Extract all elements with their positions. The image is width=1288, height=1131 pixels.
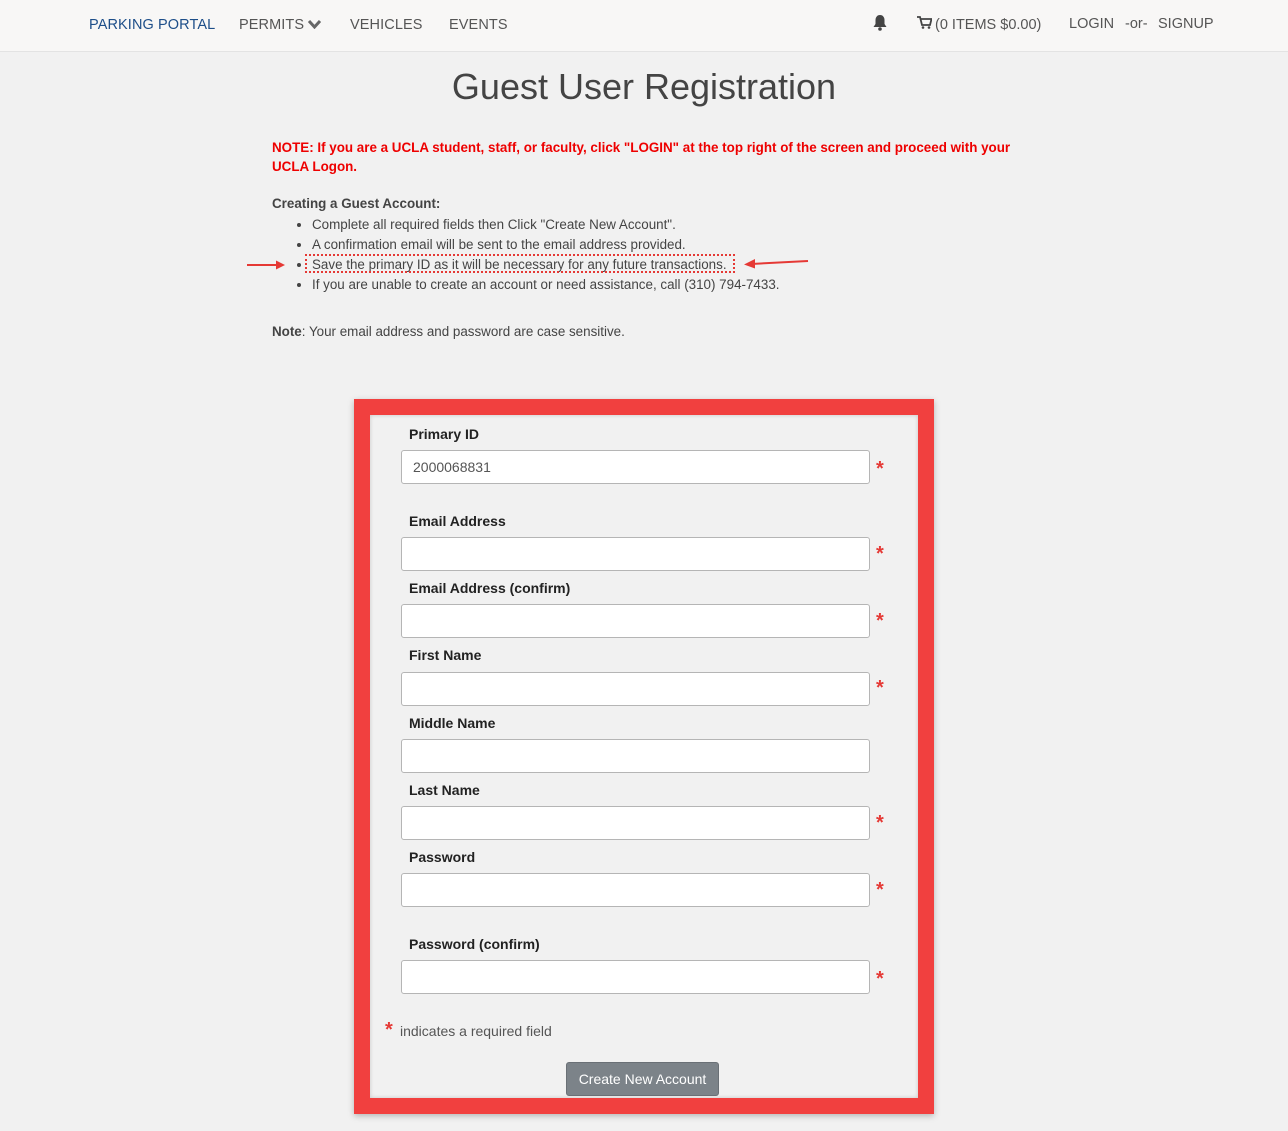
- password-input[interactable]: [401, 873, 870, 907]
- nav-events-link[interactable]: EVENTS: [449, 17, 508, 33]
- required-star-icon: *: [876, 968, 884, 990]
- nav-permits-label: PERMITS: [239, 17, 305, 33]
- email-label: Email Address: [409, 513, 506, 529]
- primary-id-input[interactable]: [401, 450, 870, 484]
- instruction-item: Complete all required fields then Click …: [312, 215, 779, 235]
- cart-summary: (0 ITEMS $0.00): [935, 17, 1042, 33]
- email-confirm-label: Email Address (confirm): [409, 580, 571, 596]
- last-name-label: Last Name: [409, 782, 480, 798]
- arrow-left-icon: [743, 256, 809, 275]
- guest-account-heading: Creating a Guest Account:: [272, 196, 441, 211]
- required-star-icon: *: [876, 879, 884, 901]
- primary-id-label: Primary ID: [409, 426, 480, 442]
- case-sensitivity-note: Note: Your email address and password ar…: [272, 324, 625, 339]
- signup-link[interactable]: SIGNUP: [1158, 16, 1214, 32]
- case-note-text: : Your email address and password are ca…: [301, 324, 625, 339]
- required-star-icon: *: [876, 458, 884, 480]
- create-new-account-button[interactable]: Create New Account: [566, 1062, 719, 1096]
- case-note-label: Note: [272, 324, 302, 339]
- nav-permits-dropdown[interactable]: PERMITS: [239, 17, 322, 33]
- nav-parking-portal-link[interactable]: PARKING PORTAL: [89, 17, 215, 33]
- required-legend-star-icon: *: [385, 1019, 393, 1041]
- required-star-icon: *: [876, 677, 884, 699]
- login-link[interactable]: LOGIN: [1069, 16, 1114, 32]
- required-star-icon: *: [876, 812, 884, 834]
- last-name-input[interactable]: [401, 806, 870, 840]
- password-confirm-label: Password (confirm): [409, 936, 540, 952]
- chevron-down-icon: [308, 17, 322, 33]
- page-title: Guest User Registration: [451, 66, 837, 107]
- email-input[interactable]: [401, 537, 870, 571]
- instruction-item: If you are unable to create an account o…: [312, 275, 779, 295]
- middle-name-label: Middle Name: [409, 715, 496, 731]
- primary-id-highlight-box: [305, 254, 735, 273]
- first-name-label: First Name: [409, 647, 482, 663]
- bell-icon[interactable]: [872, 14, 888, 35]
- ucla-login-note: NOTE: If you are a UCLA student, staff, …: [272, 140, 1011, 174]
- email-confirm-input[interactable]: [401, 604, 870, 638]
- password-label: Password: [409, 849, 476, 865]
- password-confirm-input[interactable]: [401, 960, 870, 994]
- required-star-icon: *: [876, 610, 884, 632]
- top-navbar: PARKING PORTAL PERMITS VEHICLES EVENTS (…: [0, 0, 1288, 52]
- required-star-icon: *: [876, 543, 884, 565]
- or-separator: -or-: [1125, 16, 1148, 32]
- cart-icon: [917, 16, 933, 33]
- cart-link[interactable]: (0 ITEMS $0.00): [917, 16, 1041, 33]
- arrow-right-icon: [246, 258, 288, 276]
- nav-vehicles-link[interactable]: VEHICLES: [350, 17, 423, 33]
- middle-name-input[interactable]: [401, 739, 870, 773]
- required-legend-text: indicates a required field: [400, 1023, 552, 1039]
- first-name-input[interactable]: [401, 672, 870, 706]
- instruction-item: A confirmation email will be sent to the…: [312, 235, 779, 255]
